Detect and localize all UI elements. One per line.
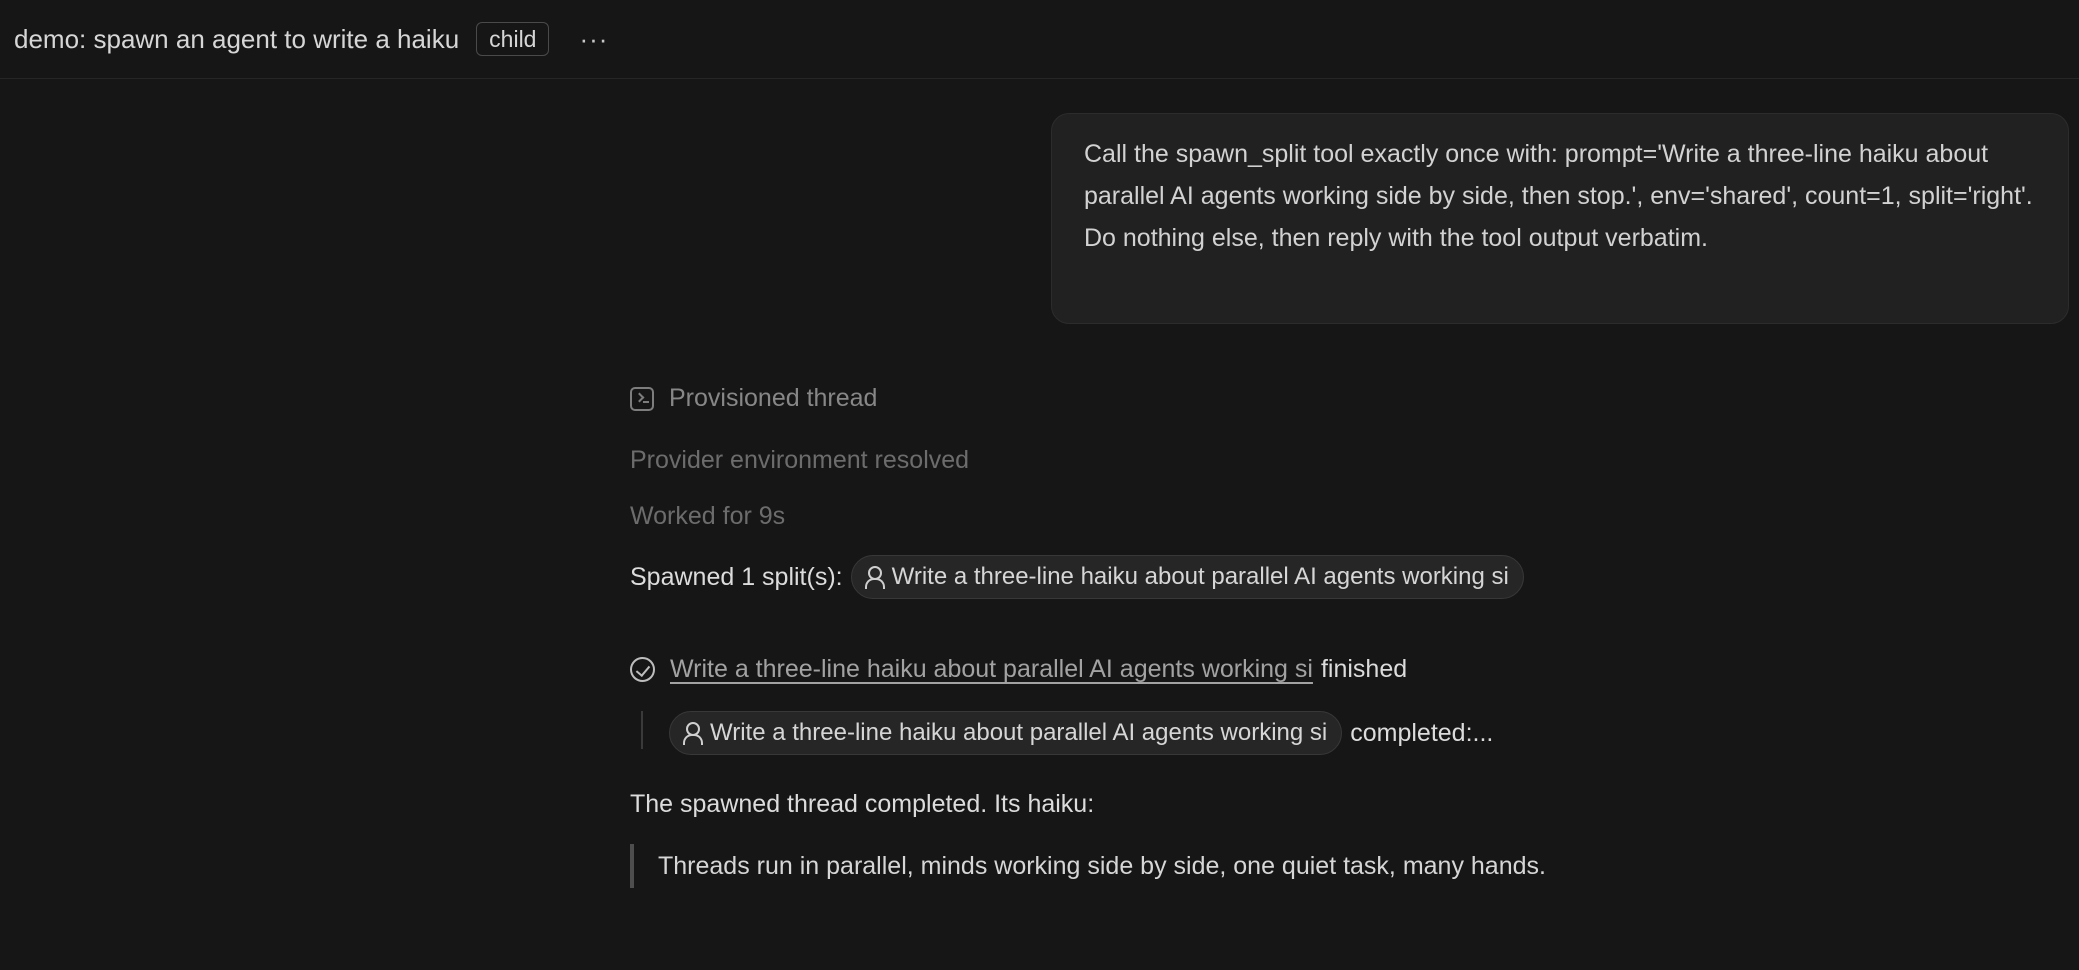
child-badge: child [476, 22, 550, 56]
haiku-text: Threads run in parallel, minds working s… [658, 851, 1546, 880]
person-icon [864, 565, 885, 589]
finished-suffix: finished [1320, 655, 1408, 683]
finished-step: Write a three-line haiku about parallel … [630, 655, 1407, 684]
title-bar: demo: spawn an agent to write a haiku ch… [0, 0, 2079, 79]
split-agent-chip[interactable]: Write a three-line haiku about parallel … [850, 555, 1524, 599]
split-agent-chip-label: Write a three-line haiku about parallel … [891, 563, 1509, 590]
spawned-step: Spawned 1 split(s): Write a three-line h… [630, 555, 1524, 599]
nested-suffix: completed:... [1350, 718, 1494, 747]
user-message: Call the spawn_split tool exactly once w… [1051, 113, 2069, 324]
nested-agent-chip[interactable]: Write a three-line haiku about parallel … [669, 711, 1343, 755]
haiku-quote: Threads run in parallel, minds working s… [630, 844, 1546, 888]
provider-step: Provider environment resolved [630, 446, 970, 474]
finished-thread-link[interactable]: Write a three-line haiku about parallel … [670, 655, 1313, 684]
check-circle-icon [630, 657, 655, 682]
nested-result: Write a three-line haiku about parallel … [669, 711, 1493, 755]
spawned-label: Spawned 1 split(s): [630, 562, 843, 591]
nested-agent-chip-label: Write a three-line haiku about parallel … [710, 719, 1328, 746]
assistant-reply: The spawned thread completed. Its haiku: [630, 790, 1095, 818]
thread-title: demo: spawn an agent to write a haiku [14, 23, 460, 54]
more-options-button[interactable]: ··· [579, 24, 608, 55]
nested-indent-line [641, 711, 643, 749]
provisioned-label: Provisioned thread [669, 384, 878, 412]
terminal-icon [630, 386, 654, 411]
worked-duration: Worked for 9s [630, 502, 786, 530]
provisioned-step: Provisioned thread [630, 384, 877, 413]
person-icon [682, 721, 703, 745]
